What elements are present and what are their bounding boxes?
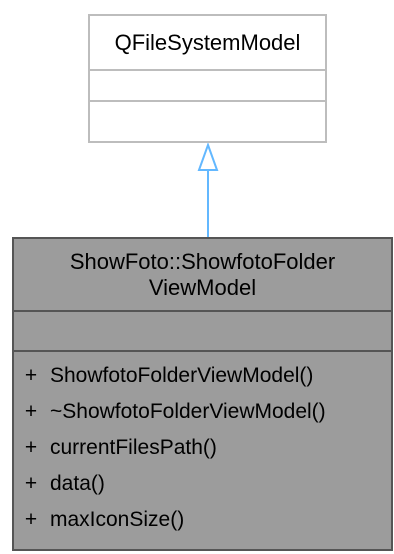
method-visibility: + (24, 472, 38, 495)
base-class-title: QFileSystemModel (90, 16, 325, 71)
inheritance-arrowhead (197, 142, 219, 171)
method-name: ~ShowfotoFolderViewModel() (50, 400, 326, 423)
derived-class-name-line2: ViewModel (148, 274, 257, 300)
method-name: maxIconSize() (50, 508, 185, 531)
derived-class-name-line1: ShowFoto::ShowfotoFolder (69, 248, 336, 274)
base-class-attributes (90, 71, 325, 102)
method-visibility: + (24, 400, 38, 423)
derived-class-box[interactable]: ShowFoto::ShowfotoFolder ViewModel + Sho… (12, 237, 393, 551)
method-row[interactable]: + data() (14, 466, 391, 502)
derived-class-methods: + ShowfotoFolderViewModel() + ~ShowfotoF… (14, 352, 391, 538)
method-name: ShowfotoFolderViewModel() (50, 364, 314, 387)
method-row[interactable]: + ShowfotoFolderViewModel() (14, 358, 391, 394)
base-class-methods (90, 102, 325, 131)
base-class-box[interactable]: QFileSystemModel (88, 14, 327, 143)
derived-class-attributes (14, 312, 391, 352)
method-name: data() (50, 472, 105, 495)
derived-class-title: ShowFoto::ShowfotoFolder ViewModel (14, 239, 391, 312)
method-row[interactable]: + maxIconSize() (14, 502, 391, 538)
method-visibility: + (24, 364, 38, 387)
method-row[interactable]: + currentFilesPath() (14, 430, 391, 466)
base-class-name: QFileSystemModel (114, 29, 301, 55)
method-name: currentFilesPath() (50, 436, 217, 459)
method-visibility: + (24, 508, 38, 531)
method-row[interactable]: + ~ShowfotoFolderViewModel() (14, 394, 391, 430)
method-visibility: + (24, 436, 38, 459)
